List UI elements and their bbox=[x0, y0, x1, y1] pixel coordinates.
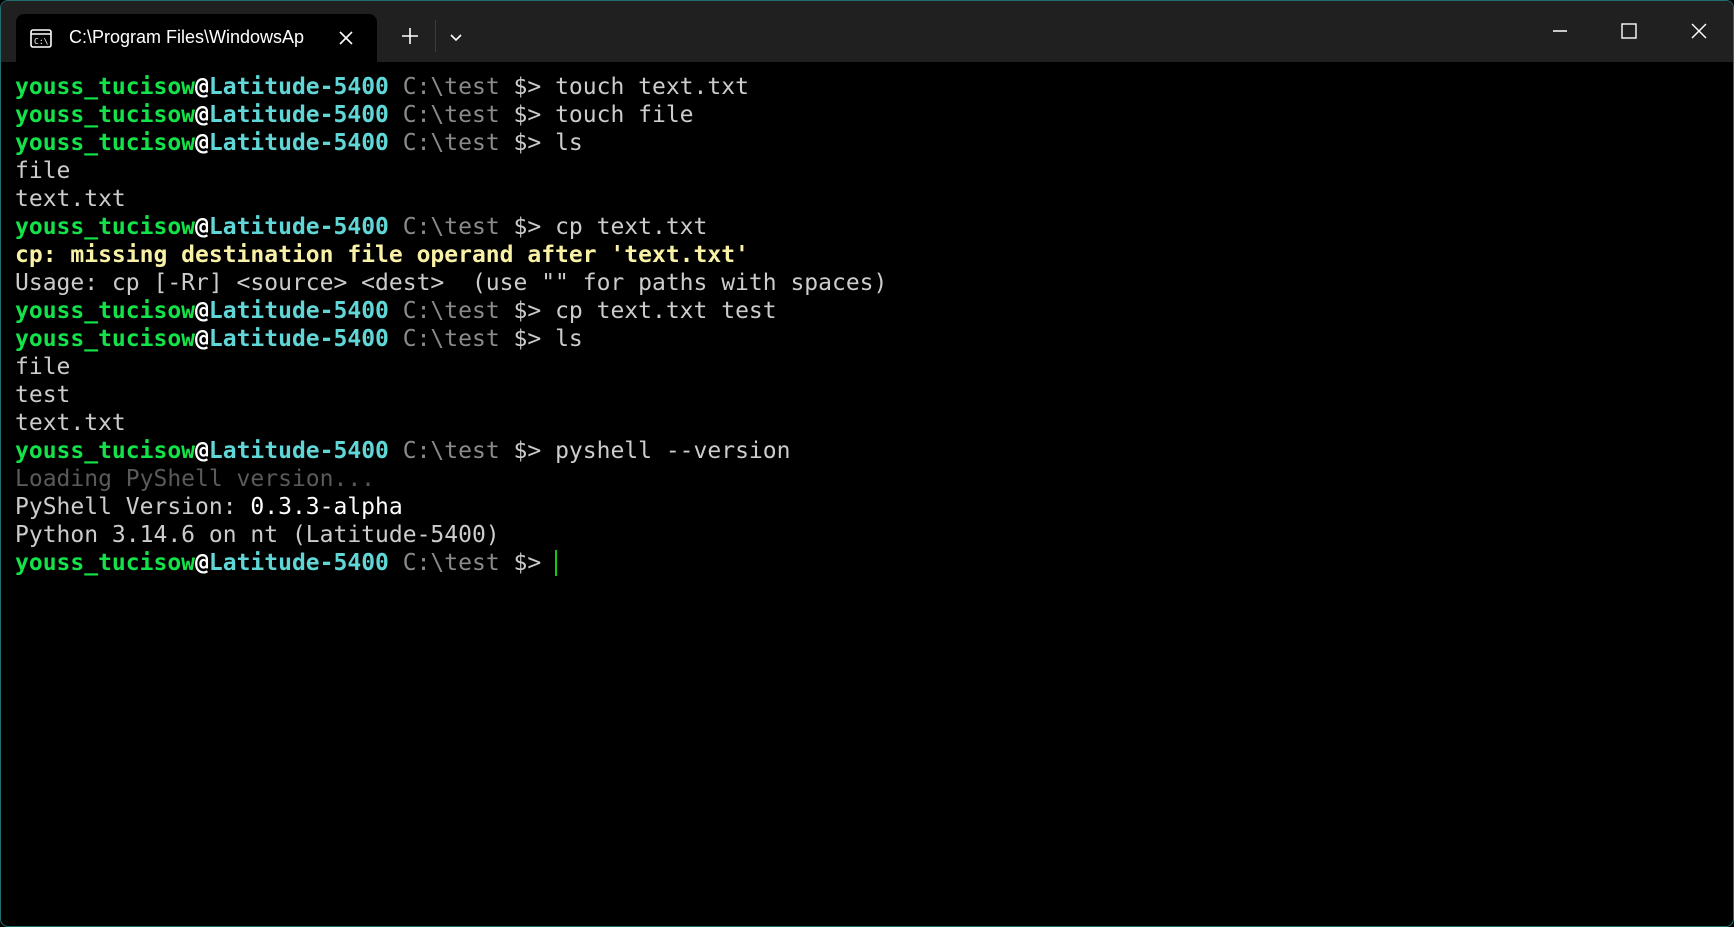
prompt-host: Latitude-5400 bbox=[208, 298, 389, 324]
output-text: text.txt bbox=[15, 186, 126, 212]
prompt-at: @ bbox=[195, 74, 209, 100]
prompt-symbol: $> bbox=[513, 550, 556, 576]
terminal-line: youss_tucisow@Latitude-5400 C:\test $> l… bbox=[15, 325, 1725, 353]
terminal-line: PyShell Version: 0.3.3-alpha bbox=[15, 493, 1725, 521]
prompt-at: @ bbox=[195, 298, 209, 324]
terminal-prompt-icon: C:\ bbox=[30, 29, 52, 48]
new-tab-plus-icon[interactable] bbox=[397, 23, 423, 49]
svg-text:C:\: C:\ bbox=[34, 37, 49, 46]
prompt-symbol: $> bbox=[513, 130, 556, 156]
output-text: Loading PyShell version... bbox=[15, 466, 376, 492]
prompt-path: C:\test bbox=[388, 102, 514, 128]
terminal-line: youss_tucisow@Latitude-5400 C:\test $> c… bbox=[15, 297, 1725, 325]
terminal-line: test bbox=[15, 381, 1725, 409]
prompt-host: Latitude-5400 bbox=[208, 438, 389, 464]
error-text: cp: missing destination file operand aft… bbox=[15, 242, 749, 268]
output-text: file bbox=[15, 158, 71, 184]
prompt-path: C:\test bbox=[388, 298, 514, 324]
command-text: ls bbox=[555, 130, 583, 156]
output-text: test bbox=[15, 382, 71, 408]
output-text: Python 3.14.6 on nt (Latitude-5400) bbox=[15, 522, 500, 548]
prompt-symbol: $> bbox=[513, 74, 556, 100]
prompt-user: youss_tucisow bbox=[15, 550, 196, 576]
prompt-user: youss_tucisow bbox=[15, 102, 196, 128]
prompt-user: youss_tucisow bbox=[15, 74, 196, 100]
command-text: cp text.txt bbox=[555, 214, 708, 240]
prompt-at: @ bbox=[195, 130, 209, 156]
terminal-line: Python 3.14.6 on nt (Latitude-5400) bbox=[15, 521, 1725, 549]
prompt-path: C:\test bbox=[388, 326, 514, 352]
prompt-user: youss_tucisow bbox=[15, 326, 196, 352]
prompt-symbol: $> bbox=[513, 214, 556, 240]
terminal-line: file bbox=[15, 353, 1725, 381]
terminal-line: file bbox=[15, 157, 1725, 185]
prompt-user: youss_tucisow bbox=[15, 298, 196, 324]
prompt-path: C:\test bbox=[388, 438, 514, 464]
prompt-host: Latitude-5400 bbox=[208, 102, 389, 128]
version-value: 0.3.3-alpha bbox=[250, 494, 403, 520]
terminal-line: youss_tucisow@Latitude-5400 C:\test $> c… bbox=[15, 213, 1725, 241]
command-text: pyshell --version bbox=[555, 438, 791, 464]
terminal-line: Loading PyShell version... bbox=[15, 465, 1725, 493]
prompt-path: C:\test bbox=[388, 550, 514, 576]
prompt-at: @ bbox=[195, 102, 209, 128]
prompt-path: C:\test bbox=[388, 214, 514, 240]
output-text: text.txt bbox=[15, 410, 126, 436]
tab-title: C:\Program Files\WindowsAp bbox=[69, 27, 305, 47]
output-text: file bbox=[15, 354, 71, 380]
prompt-host: Latitude-5400 bbox=[208, 214, 389, 240]
terminal-line: youss_tucisow@Latitude-5400 C:\test $> l… bbox=[15, 129, 1725, 157]
terminal-window: C:\ C:\Program Files\WindowsAp youss_tuc bbox=[0, 0, 1734, 927]
terminal-line: youss_tucisow@Latitude-5400 C:\test $> t… bbox=[15, 101, 1725, 129]
prompt-at: @ bbox=[195, 214, 209, 240]
command-text: touch text.txt bbox=[555, 74, 749, 100]
prompt-user: youss_tucisow bbox=[15, 214, 196, 240]
prompt-user: youss_tucisow bbox=[15, 130, 196, 156]
prompt-host: Latitude-5400 bbox=[208, 550, 389, 576]
tab-close-icon[interactable] bbox=[336, 28, 356, 48]
minimize-icon[interactable] bbox=[1547, 18, 1573, 44]
prompt-symbol: $> bbox=[513, 102, 556, 128]
prompt-host: Latitude-5400 bbox=[208, 326, 389, 352]
prompt-host: Latitude-5400 bbox=[208, 74, 389, 100]
terminal-line: cp: missing destination file operand aft… bbox=[15, 241, 1725, 269]
command-text: cp text.txt test bbox=[555, 298, 777, 324]
prompt-user: youss_tucisow bbox=[15, 438, 196, 464]
terminal-line: youss_tucisow@Latitude-5400 C:\test $> bbox=[15, 549, 1725, 577]
tab-divider bbox=[435, 20, 436, 52]
chevron-down-icon[interactable] bbox=[444, 25, 468, 49]
prompt-symbol: $> bbox=[513, 298, 556, 324]
command-text: ls bbox=[555, 326, 583, 352]
title-bar[interactable]: C:\ C:\Program Files\WindowsAp bbox=[1, 1, 1733, 62]
command-text: touch file bbox=[555, 102, 694, 128]
terminal-line: Usage: cp [-Rr] <source> <dest> (use "" … bbox=[15, 269, 1725, 297]
prompt-symbol: $> bbox=[513, 438, 556, 464]
maximize-icon[interactable] bbox=[1616, 18, 1642, 44]
prompt-symbol: $> bbox=[513, 326, 556, 352]
prompt-at: @ bbox=[195, 438, 209, 464]
tab-terminal[interactable]: C:\ C:\Program Files\WindowsAp bbox=[16, 14, 377, 62]
prompt-host: Latitude-5400 bbox=[208, 130, 389, 156]
terminal-output[interactable]: youss_tucisow@Latitude-5400 C:\test $> t… bbox=[15, 73, 1725, 918]
prompt-at: @ bbox=[195, 326, 209, 352]
prompt-path: C:\test bbox=[388, 130, 514, 156]
close-window-icon[interactable] bbox=[1686, 18, 1712, 44]
output-text: Usage: cp [-Rr] <source> <dest> (use "" … bbox=[15, 270, 888, 296]
version-label: PyShell Version: bbox=[15, 494, 251, 520]
terminal-line: youss_tucisow@Latitude-5400 C:\test $> p… bbox=[15, 437, 1725, 465]
terminal-line: text.txt bbox=[15, 409, 1725, 437]
terminal-line: text.txt bbox=[15, 185, 1725, 213]
text-cursor[interactable] bbox=[555, 550, 558, 576]
prompt-at: @ bbox=[195, 550, 209, 576]
terminal-line: youss_tucisow@Latitude-5400 C:\test $> t… bbox=[15, 73, 1725, 101]
prompt-path: C:\test bbox=[388, 74, 514, 100]
